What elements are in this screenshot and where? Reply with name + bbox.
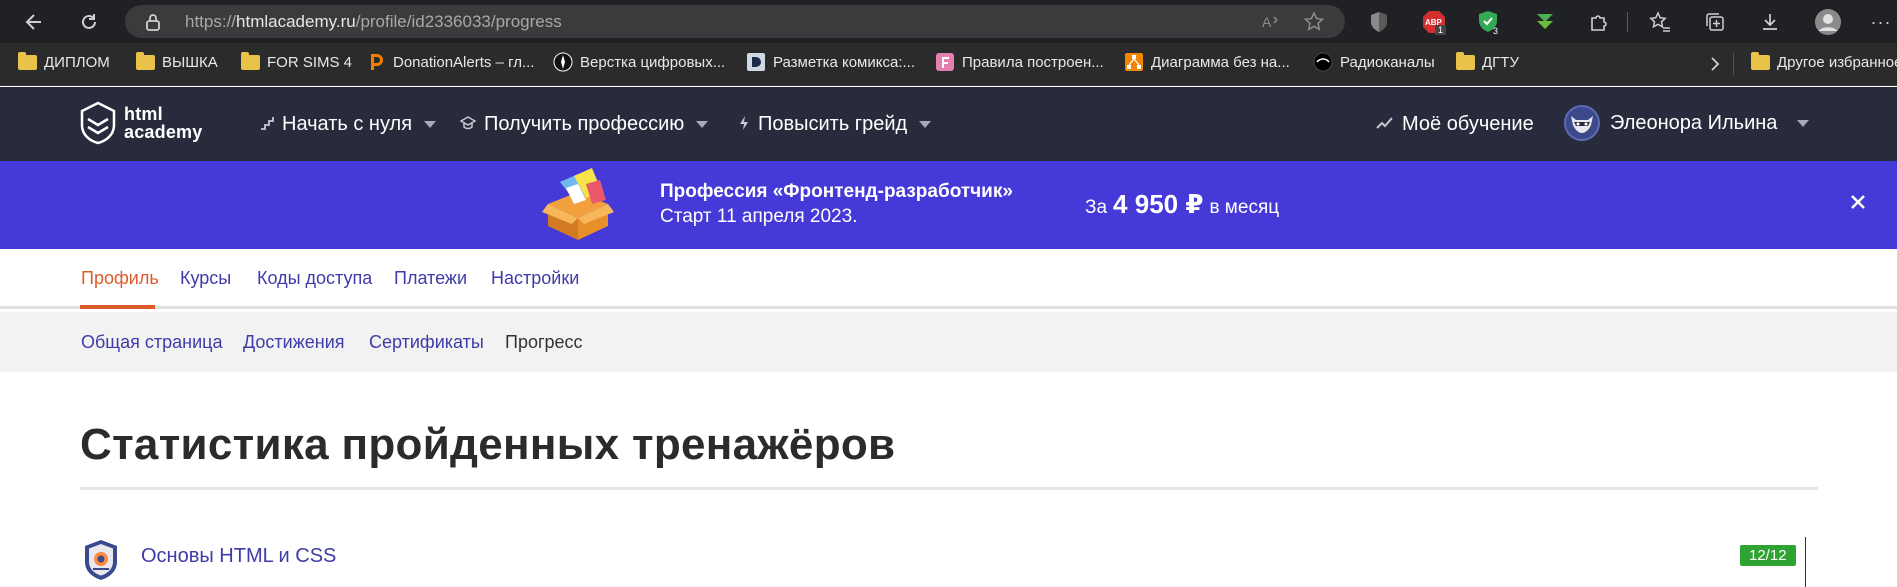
radio-icon bbox=[1313, 52, 1333, 72]
back-button[interactable] bbox=[16, 4, 52, 40]
green-shield-extension-icon[interactable]: 3 bbox=[1475, 7, 1505, 37]
folder-icon bbox=[17, 51, 37, 71]
compass-icon bbox=[553, 52, 573, 72]
tab-payments[interactable]: Платежи bbox=[394, 268, 467, 289]
tab-courses[interactable]: Курсы bbox=[180, 268, 231, 289]
course-name[interactable]: Основы HTML и CSS bbox=[141, 545, 336, 568]
toolbar-separator bbox=[1627, 12, 1628, 32]
list-item[interactable]: Основы HTML и CSS 12/12 bbox=[80, 537, 1820, 587]
f-icon bbox=[935, 53, 955, 71]
promo-price: За 4 950 ₽ в месяц bbox=[1085, 189, 1280, 219]
bookmark-other-folder[interactable]: Другое избранное bbox=[1750, 51, 1897, 71]
chevron-down-icon bbox=[696, 121, 709, 128]
bookmarks-bar: ДИПЛОМ ВЫШКА FOR SIMS 4 DonationAlerts –… bbox=[0, 43, 1897, 86]
folder-icon bbox=[1750, 51, 1770, 71]
page-title: Статистика пройденных тренажёров bbox=[80, 420, 896, 469]
promo-price-amount: 4 950 ₽ bbox=[1113, 189, 1204, 219]
adblock-extension-icon[interactable]: ABP 1 bbox=[1419, 7, 1449, 37]
subtab-achievements[interactable]: Достижения bbox=[243, 332, 345, 353]
stairs-icon bbox=[260, 116, 274, 133]
downloads-icon[interactable] bbox=[1755, 7, 1785, 37]
profile-avatar-icon[interactable] bbox=[1813, 7, 1843, 37]
subtab-progress: Прогресс bbox=[505, 332, 583, 352]
promo-title: Профессия «Фронтенд-разработчик» bbox=[660, 181, 1013, 202]
chevron-down-icon bbox=[919, 121, 932, 128]
tab-profile[interactable]: Профиль bbox=[81, 268, 159, 289]
d-icon bbox=[746, 53, 766, 71]
course-badge-icon bbox=[83, 539, 119, 586]
extensions-puzzle-icon[interactable] bbox=[1584, 7, 1614, 37]
subtab-overview[interactable]: Общая страница bbox=[81, 332, 222, 353]
profile-tabs: Профиль Курсы Коды доступа Платежи Настр… bbox=[0, 249, 1897, 309]
folder-icon bbox=[1455, 51, 1475, 71]
promo-subtitle: Старт 11 апреля 2023. bbox=[660, 206, 858, 227]
collections-icon[interactable] bbox=[1700, 7, 1730, 37]
chevron-right-icon[interactable] bbox=[1708, 55, 1722, 78]
divider bbox=[80, 487, 1818, 490]
read-aloud-icon[interactable]: A bbox=[1260, 11, 1282, 38]
logo-text-line1: html bbox=[124, 104, 163, 124]
folder-icon bbox=[240, 51, 260, 71]
svg-text:1: 1 bbox=[1438, 25, 1443, 35]
address-bar[interactable]: https://htmlacademy.ru/profile/id2336033… bbox=[125, 5, 1345, 38]
nav-raise-grade[interactable]: Повысить грейд bbox=[738, 113, 932, 136]
graduation-cap-icon bbox=[459, 116, 477, 133]
promo-banner[interactable]: Профессия «Фронтенд-разработчик» Старт 1… bbox=[0, 161, 1897, 249]
shield-extension-icon[interactable] bbox=[1364, 7, 1394, 37]
bookmark-item[interactable]: Разметка комикса:... bbox=[746, 53, 915, 71]
active-tab-indicator bbox=[80, 305, 155, 309]
close-icon[interactable] bbox=[1849, 193, 1871, 215]
chevron-down-icon bbox=[1797, 119, 1810, 127]
favorites-icon[interactable] bbox=[1645, 7, 1675, 37]
bookmark-item[interactable]: Верстка цифровых... bbox=[553, 52, 725, 72]
nav-get-profession[interactable]: Получить профессию bbox=[459, 113, 709, 136]
arrow-left-icon bbox=[25, 14, 41, 30]
svg-text:A: A bbox=[1262, 14, 1272, 30]
download-helper-icon[interactable] bbox=[1530, 7, 1560, 37]
nav-my-learning[interactable]: Моё обучение bbox=[1376, 113, 1534, 136]
lock-icon bbox=[145, 13, 161, 36]
folder-icon bbox=[135, 51, 155, 71]
bookmark-item[interactable]: FOR SIMS 4 bbox=[240, 51, 352, 71]
lightning-icon bbox=[738, 115, 750, 134]
bookmark-item[interactable]: ВЫШКА bbox=[135, 51, 218, 71]
donationalerts-icon bbox=[366, 53, 386, 71]
user-menu[interactable]: Элеонора Ильина bbox=[1564, 105, 1810, 141]
avatar bbox=[1564, 105, 1600, 141]
academy-logo-icon bbox=[80, 101, 116, 145]
bookmark-item[interactable]: ДГТУ bbox=[1455, 51, 1519, 71]
bookmark-item[interactable]: Правила построен... bbox=[935, 53, 1104, 71]
box-illustration-icon bbox=[538, 166, 618, 249]
more-menu-icon[interactable]: ··· bbox=[1866, 7, 1896, 37]
bookmark-item[interactable]: Радиоканалы bbox=[1313, 52, 1435, 72]
logo-text-line2: academy bbox=[124, 122, 203, 142]
svg-text:3: 3 bbox=[1493, 26, 1498, 35]
bookmark-item[interactable]: Диаграмма без на... bbox=[1124, 53, 1290, 71]
bookmark-item[interactable]: ДИПЛОМ bbox=[17, 51, 110, 71]
text-cursor bbox=[1805, 537, 1806, 587]
profile-subtabs: Общая страница Достижения Сертификаты Пр… bbox=[0, 312, 1897, 372]
nav-start-from-scratch[interactable]: Начать с нуля bbox=[260, 113, 437, 136]
tab-access-codes[interactable]: Коды доступа bbox=[257, 268, 372, 289]
tab-settings[interactable]: Настройки bbox=[491, 268, 579, 289]
site-header: html academy Начать с нуля Получить профе… bbox=[0, 87, 1897, 161]
url-text: https://htmlacademy.ru/profile/id2336033… bbox=[185, 12, 562, 31]
raccoon-avatar-icon bbox=[1571, 116, 1593, 133]
my-learning-icon bbox=[1376, 116, 1394, 133]
refresh-button[interactable] bbox=[71, 4, 107, 40]
chevron-down-icon bbox=[424, 121, 437, 128]
refresh-icon bbox=[82, 14, 96, 29]
logo[interactable]: html academy bbox=[80, 101, 202, 145]
diagram-icon bbox=[1124, 53, 1144, 71]
subtab-certificates[interactable]: Сертификаты bbox=[369, 332, 484, 353]
add-favorite-icon[interactable] bbox=[1303, 11, 1325, 38]
bookmarks-separator bbox=[1733, 53, 1734, 75]
bookmark-item[interactable]: DonationAlerts – гл... bbox=[366, 53, 534, 71]
progress-badge: 12/12 bbox=[1740, 545, 1796, 566]
browser-toolbar: https://htmlacademy.ru/profile/id2336033… bbox=[0, 0, 1897, 43]
